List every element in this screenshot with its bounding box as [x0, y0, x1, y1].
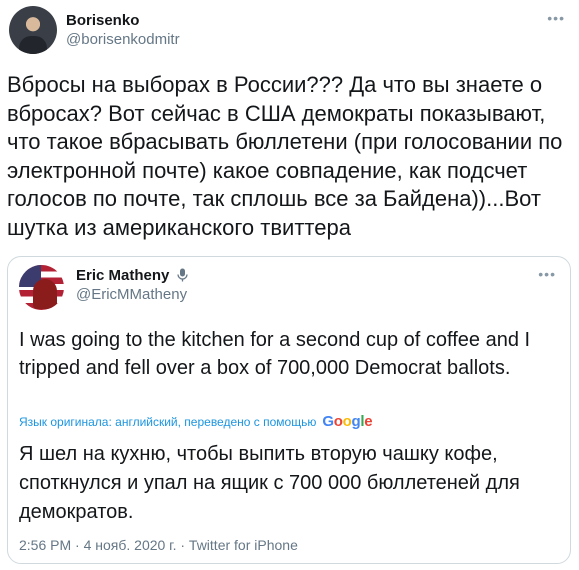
- translation-attribution[interactable]: Язык оригинала: английский, переведено с…: [19, 413, 373, 430]
- microphone-icon: [176, 268, 188, 286]
- more-horizontal-icon[interactable]: •••: [547, 10, 565, 26]
- author-avatar[interactable]: [9, 6, 57, 54]
- quoted-tweet-text: I was going to the kitchen for a second …: [19, 329, 531, 379]
- quoted-author-avatar[interactable]: [19, 265, 64, 310]
- quoted-more-horizontal-icon[interactable]: •••: [538, 266, 556, 282]
- google-logo: Google: [322, 413, 373, 430]
- quoted-tweet[interactable]: Eric Matheny @EricMMatheny ••• I was goi…: [7, 256, 571, 564]
- tweet-text: Вбросы на выборах в России??? Да что вы …: [7, 72, 569, 240]
- translation-label: Язык оригинала: английский, переведено с…: [19, 414, 317, 429]
- quoted-tweet-translation: Я шел на кухню, чтобы выпить вторую чашк…: [19, 443, 520, 523]
- quoted-author-name: Eric Matheny: [76, 267, 170, 284]
- tweet: Borisenko @borisenkodmitr ••• Вбросы на …: [0, 0, 579, 570]
- author-handle[interactable]: @borisenkodmitr: [66, 31, 180, 48]
- quoted-author-handle[interactable]: @EricMMatheny: [76, 286, 187, 303]
- quoted-author-name-row[interactable]: Eric Matheny: [76, 267, 188, 286]
- author-name[interactable]: Borisenko: [66, 12, 139, 29]
- quoted-tweet-meta[interactable]: 2:56 PM · 4 нояб. 2020 г. · Twitter for …: [19, 537, 298, 553]
